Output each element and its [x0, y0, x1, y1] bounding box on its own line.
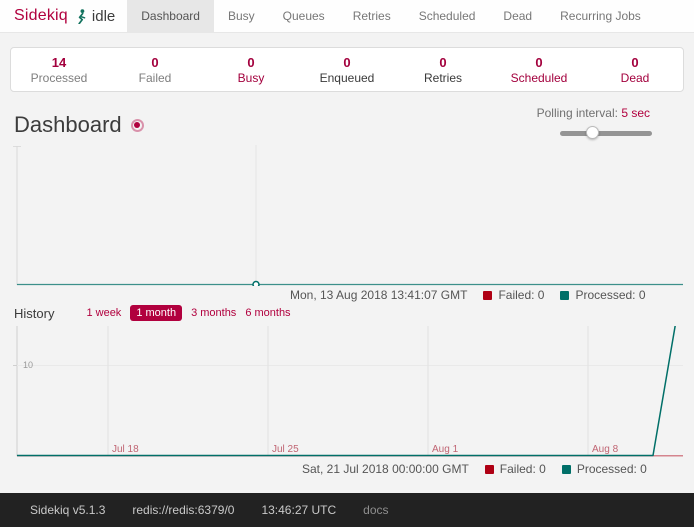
history-legend-date: Sat, 21 Jul 2018 00:00:00 GMT: [302, 462, 469, 476]
page-head: Dashboard: [14, 112, 144, 138]
stat-dead-label: Dead: [587, 71, 683, 86]
history-range-1-month[interactable]: 1 month: [130, 305, 182, 321]
tab-scheduled[interactable]: Scheduled: [405, 0, 490, 32]
slider-track[interactable]: [560, 131, 652, 136]
stat-scheduled-label: Scheduled: [491, 71, 587, 86]
processed-swatch-icon: [560, 291, 569, 300]
sidekiq-dashboard-page: Sidekiq idle Dashboard Busy Queues Retri…: [0, 0, 694, 527]
history-legend-failed: Failed: 0: [485, 462, 546, 476]
history-range-6-months[interactable]: 6 months: [245, 307, 290, 319]
footer-server-time: 13:46:27 UTC: [261, 503, 336, 517]
stats-summary-bar: 14 Processed 0 Failed 0 Busy 0 Enqueued …: [10, 47, 684, 92]
polling-interval-label: Polling interval: 5 sec: [537, 106, 650, 120]
stat-processed-label: Processed: [11, 71, 107, 86]
processed-series-line: [17, 326, 676, 456]
sidekiq-runner-icon: [75, 9, 87, 24]
stat-failed-value: 0: [107, 55, 203, 71]
stat-scheduled-value: 0: [491, 55, 587, 71]
history-legend: Sat, 21 Jul 2018 00:00:00 GMT Failed: 0 …: [302, 462, 647, 476]
stat-retries-label: Retries: [395, 71, 491, 86]
stat-retries-value: 0: [395, 55, 491, 71]
tab-retries[interactable]: Retries: [339, 0, 405, 32]
failed-swatch-icon: [485, 465, 494, 474]
history-range-3-months[interactable]: 3 months: [191, 307, 236, 319]
page-title: Dashboard: [14, 112, 122, 138]
realtime-legend: Mon, 13 Aug 2018 13:41:07 GMT Failed: 0 …: [290, 288, 646, 302]
stat-busy-value: 0: [203, 55, 299, 71]
stat-busy-label: Busy: [203, 71, 299, 86]
slider-thumb[interactable]: [586, 126, 599, 139]
failed-swatch-icon: [483, 291, 492, 300]
history-header: History 1 week 1 month 3 months 6 months: [14, 305, 300, 321]
stat-dead[interactable]: 0 Dead: [587, 53, 683, 86]
process-status: idle: [92, 8, 115, 25]
history-xtick-jul18: Jul 18: [112, 444, 139, 455]
processed-swatch-icon: [562, 465, 571, 474]
stat-failed: 0 Failed: [107, 53, 203, 86]
live-beacon-icon: [131, 119, 144, 132]
history-xtick-aug1: Aug 1: [432, 444, 458, 455]
stat-failed-label: Failed: [107, 71, 203, 86]
realtime-legend-failed: Failed: 0: [483, 288, 544, 302]
sidekiq-brand-link[interactable]: Sidekiq: [14, 7, 68, 25]
footer-version: Sidekiq v5.1.3: [30, 503, 105, 517]
footer-docs-link[interactable]: docs: [363, 503, 388, 517]
stat-dead-value: 0: [587, 55, 683, 71]
tab-queues[interactable]: Queues: [269, 0, 339, 32]
realtime-legend-date: Mon, 13 Aug 2018 13:41:07 GMT: [290, 288, 467, 302]
history-title: History: [14, 306, 54, 321]
stat-scheduled[interactable]: 0 Scheduled: [491, 53, 587, 86]
history-xtick-jul25: Jul 25: [272, 444, 299, 455]
navbar: Sidekiq idle Dashboard Busy Queues Retri…: [0, 0, 694, 33]
polling-interval-value: 5 sec: [621, 106, 650, 120]
tab-dashboard[interactable]: Dashboard: [127, 0, 214, 32]
tab-busy[interactable]: Busy: [214, 0, 269, 32]
realtime-hover-point: [253, 282, 259, 287]
stat-processed-value: 14: [11, 55, 107, 71]
nav-tabs: Dashboard Busy Queues Retries Scheduled …: [127, 0, 655, 32]
realtime-legend-processed: Processed: 0: [560, 288, 645, 302]
tab-recurring-jobs[interactable]: Recurring Jobs: [546, 0, 655, 32]
history-legend-processed: Processed: 0: [562, 462, 647, 476]
stat-retries[interactable]: 0 Retries: [395, 53, 491, 86]
stat-enqueued[interactable]: 0 Enqueued: [299, 53, 395, 86]
tab-dead[interactable]: Dead: [489, 0, 546, 32]
stat-enqueued-value: 0: [299, 55, 395, 71]
history-ytick-10: 10: [23, 360, 33, 370]
stat-enqueued-label: Enqueued: [299, 71, 395, 86]
stat-processed: 14 Processed: [11, 53, 107, 86]
footer: Sidekiq v5.1.3 redis://redis:6379/0 13:4…: [0, 493, 694, 527]
stat-busy[interactable]: 0 Busy: [203, 53, 299, 86]
history-range-1-week[interactable]: 1 week: [86, 307, 121, 319]
polling-interval-slider[interactable]: [560, 126, 652, 140]
realtime-chart[interactable]: [0, 145, 694, 286]
footer-redis-url: redis://redis:6379/0: [132, 503, 234, 517]
history-chart[interactable]: [0, 326, 694, 457]
brand-group: Sidekiq idle: [0, 0, 127, 32]
history-xtick-aug8: Aug 8: [592, 444, 618, 455]
